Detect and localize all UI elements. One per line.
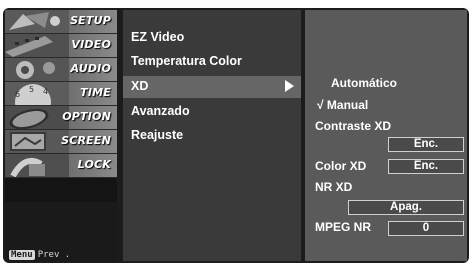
color-xd-label: Color XD: [315, 159, 367, 173]
audio-speaker-icon: [5, 58, 69, 81]
submenu-arrow-right-icon: [285, 80, 294, 92]
category-label: SCREEN: [61, 134, 111, 147]
category-audio[interactable]: AUDIO: [5, 58, 117, 82]
category-lock[interactable]: LOCK: [5, 154, 117, 178]
menu-key-icon: Menu: [9, 250, 35, 260]
svg-text:6: 6: [15, 90, 20, 99]
mpeg-nr-label: MPEG NR: [315, 220, 372, 234]
submenu-item-avanzado[interactable]: Avanzado: [131, 104, 190, 118]
submenu-panel: EZ Video Temperatura Color XD Avanzado R…: [123, 10, 301, 261]
prev-label: Prev .: [37, 250, 71, 260]
nr-xd-label: NR XD: [315, 180, 353, 194]
submenu-item-temperatura-color[interactable]: Temperatura Color: [131, 54, 242, 68]
mpeg-nr-value[interactable]: 0: [388, 221, 464, 236]
category-column: SETUP VIDEO AUDIO 6 5 4 TIME OPTION SCRE…: [5, 10, 117, 261]
lock-padlock-icon: [5, 154, 69, 177]
submenu-item-ez-video[interactable]: EZ Video: [131, 30, 184, 44]
option-tag-icon: [5, 106, 69, 129]
setup-satellite-icon: [5, 10, 69, 33]
category-label: TIME: [80, 86, 111, 99]
screen-monitor-icon: [5, 130, 69, 153]
category-label: LOCK: [77, 158, 111, 171]
prev-hint: Menu Prev .: [9, 250, 70, 260]
category-setup[interactable]: SETUP: [5, 10, 117, 34]
contraste-xd-value[interactable]: Enc.: [388, 137, 464, 152]
category-option[interactable]: OPTION: [5, 106, 117, 130]
category-time[interactable]: 6 5 4 TIME: [5, 82, 117, 106]
category-label: AUDIO: [70, 62, 111, 75]
category-video[interactable]: VIDEO: [5, 34, 117, 58]
category-label: SETUP: [70, 14, 111, 27]
submenu-item-reajuste[interactable]: Reajuste: [131, 128, 183, 142]
svg-text:4: 4: [43, 87, 48, 96]
xd-options-panel: Automático √ Manual Contraste XD Enc. Co…: [305, 10, 467, 261]
option-manual[interactable]: √ Manual: [317, 98, 368, 112]
category-screen[interactable]: SCREEN: [5, 130, 117, 154]
color-xd-value[interactable]: Enc.: [388, 159, 464, 174]
contraste-xd-label: Contraste XD: [315, 119, 392, 133]
tv-menu-screen: SETUP VIDEO AUDIO 6 5 4 TIME OPTION SCRE…: [0, 0, 472, 265]
video-film-icon: [5, 34, 69, 57]
submenu-item-xd[interactable]: XD: [131, 79, 148, 93]
category-label: OPTION: [62, 110, 111, 123]
category-label: VIDEO: [71, 38, 111, 51]
option-automatico[interactable]: Automático: [331, 76, 397, 90]
submenu-selection-highlight: [123, 76, 301, 98]
svg-text:5: 5: [29, 85, 34, 94]
menu-frame: SETUP VIDEO AUDIO 6 5 4 TIME OPTION SCRE…: [3, 8, 469, 263]
nr-xd-value[interactable]: Apag.: [348, 200, 464, 215]
time-clock-icon: 6 5 4: [5, 82, 69, 105]
